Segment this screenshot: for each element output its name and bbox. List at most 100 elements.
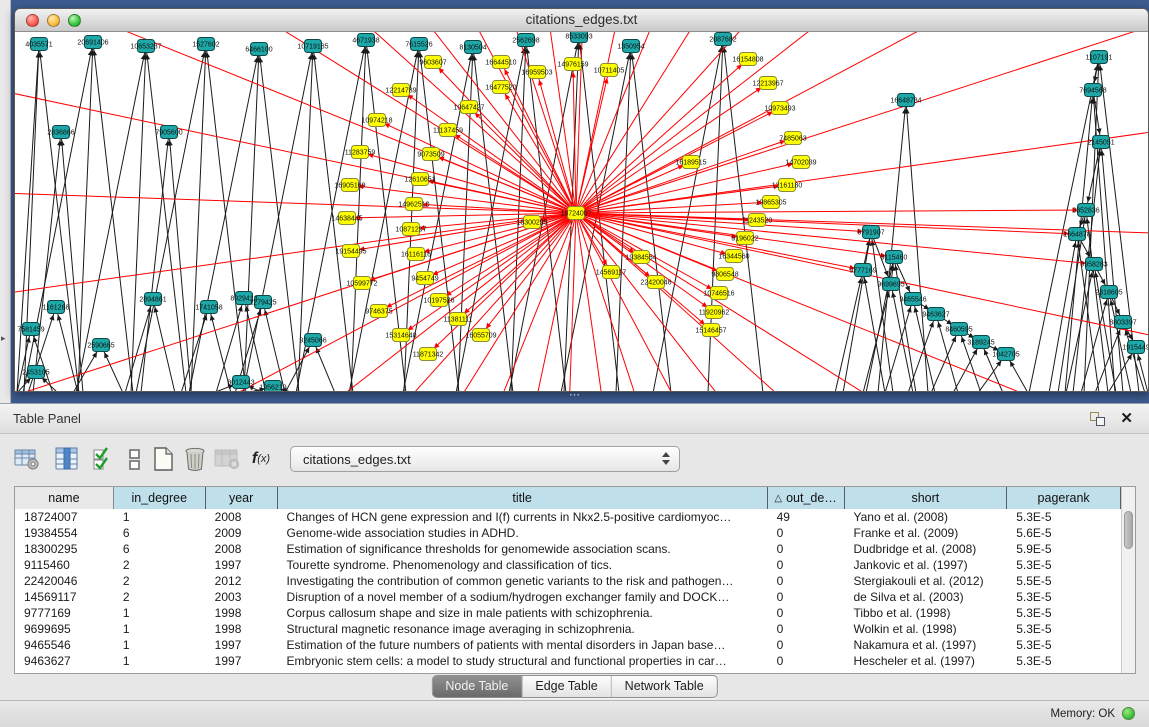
table-cell[interactable]: 2	[114, 557, 206, 573]
table-cell[interactable]: 0	[768, 541, 845, 557]
panel-collapse-arrow[interactable]: ▸	[1, 333, 6, 344]
select-all-button[interactable]	[88, 444, 118, 474]
table-cell[interactable]: 6	[114, 541, 206, 557]
table-cell[interactable]: 2008	[206, 541, 278, 557]
new-column-button[interactable]	[148, 444, 178, 474]
table-cell[interactable]: Dudbridge et al. (2008)	[845, 541, 1008, 557]
table-cell[interactable]: 0	[768, 653, 845, 669]
deselect-all-button[interactable]	[120, 444, 150, 474]
table-cell[interactable]: 5.3E-5	[1007, 653, 1121, 669]
table-cell[interactable]: 1997	[206, 637, 278, 653]
column-header-title[interactable]: title	[278, 487, 768, 509]
window-titlebar[interactable]: citations_edges.txt	[15, 9, 1148, 32]
table-row[interactable]: 946554611997Estimation of the future num…	[15, 637, 1121, 653]
table-cell[interactable]: Wolkin et al. (1998)	[845, 621, 1008, 637]
table-cell[interactable]: 1998	[206, 621, 278, 637]
table-cell[interactable]: Estimation of significance thresholds fo…	[278, 541, 768, 557]
table-cell[interactable]: 49	[768, 509, 845, 525]
table-cell[interactable]: Estimation of the future numbers of pati…	[278, 637, 768, 653]
delete-column-button[interactable]	[180, 444, 210, 474]
scrollbar-thumb[interactable]	[1124, 511, 1133, 549]
table-cell[interactable]: 5.9E-5	[1007, 541, 1121, 557]
table-cell[interactable]: 1	[114, 605, 206, 621]
table-cell[interactable]: 9463627	[15, 653, 114, 669]
table-cell[interactable]: 1997	[206, 653, 278, 669]
table-cell[interactable]: 9465546	[15, 637, 114, 653]
show-columns-button[interactable]	[52, 444, 82, 474]
table-row[interactable]: 1456911722003Disruption of a novel membe…	[15, 589, 1121, 605]
table-cell[interactable]: Yano et al. (2008)	[845, 509, 1008, 525]
table-cell[interactable]: 5.3E-5	[1007, 509, 1121, 525]
column-header-indegree[interactable]: in_degree	[114, 487, 206, 509]
table-cell[interactable]: Jankovic et al. (1997)	[845, 557, 1008, 573]
table-cell[interactable]: 0	[768, 573, 845, 589]
table-cell[interactable]: 9115460	[15, 557, 114, 573]
table-cell[interactable]: Embryonic stem cells: a model to study s…	[278, 653, 768, 669]
table-cell[interactable]: 18724007	[15, 509, 114, 525]
table-selector-dropdown[interactable]: citations_edges.txt	[290, 446, 680, 472]
table-cell[interactable]: 5.3E-5	[1007, 637, 1121, 653]
table-cell[interactable]: 0	[768, 637, 845, 653]
table-cell[interactable]: 1	[114, 509, 206, 525]
table-cell[interactable]: 1	[114, 621, 206, 637]
table-cell[interactable]: 5.6E-5	[1007, 525, 1121, 541]
table-cell[interactable]: 0	[768, 525, 845, 541]
table-cell[interactable]: Genome-wide association studies in ADHD.	[278, 525, 768, 541]
table-cell[interactable]: 2	[114, 573, 206, 589]
table-row[interactable]: 1938455462009Genome-wide association stu…	[15, 525, 1121, 541]
table-row[interactable]: 911546021997Tourette syndrome. Phenomeno…	[15, 557, 1121, 573]
table-cell[interactable]: Franke et al. (2009)	[845, 525, 1008, 541]
float-panel-icon[interactable]	[1090, 412, 1105, 426]
table-cell[interactable]: 5.3E-5	[1007, 605, 1121, 621]
table-cell[interactable]: Investigating the contribution of common…	[278, 573, 768, 589]
panel-resize-grip[interactable]: ⋯	[566, 391, 584, 401]
delete-table-button-disabled[interactable]	[212, 444, 242, 474]
table-cell[interactable]: Changes of HCN gene expression and I(f) …	[278, 509, 768, 525]
table-cell[interactable]: 0	[768, 589, 845, 605]
table-cell[interactable]: 14569117	[15, 589, 114, 605]
table-cell[interactable]: Nakamura et al. (1997)	[845, 637, 1008, 653]
column-header-outde[interactable]: △out_de…	[768, 487, 845, 509]
table-cell[interactable]: 5.3E-5	[1007, 557, 1121, 573]
table-cell[interactable]: Structural magnetic resonance image aver…	[278, 621, 768, 637]
column-header-pagerank[interactable]: pagerank	[1007, 487, 1121, 509]
network-canvas[interactable]: 1872400716477520106474271113745990735091…	[15, 32, 1149, 392]
tab-network-table[interactable]: Network Table	[611, 676, 717, 697]
tab-node-table[interactable]: Node Table	[432, 676, 521, 697]
table-cell[interactable]: 5.5E-5	[1007, 573, 1121, 589]
table-cell[interactable]: 2	[114, 589, 206, 605]
table-cell[interactable]: 22420046	[15, 573, 114, 589]
table-row[interactable]: 977716911998Corpus callosum shape and si…	[15, 605, 1121, 621]
table-cell[interactable]: 6	[114, 525, 206, 541]
column-header-short[interactable]: short	[845, 487, 1008, 509]
table-cell[interactable]: 2009	[206, 525, 278, 541]
table-cell[interactable]: 1998	[206, 605, 278, 621]
column-header-year[interactable]: year	[206, 487, 278, 509]
table-row[interactable]: 2242004622012Investigating the contribut…	[15, 573, 1121, 589]
table-cell[interactable]: 9777169	[15, 605, 114, 621]
table-cell[interactable]: 1997	[206, 557, 278, 573]
table-cell[interactable]: 0	[768, 605, 845, 621]
table-cell[interactable]: 2008	[206, 509, 278, 525]
close-panel-icon[interactable]: ✕	[1120, 409, 1133, 427]
table-cell[interactable]: 1	[114, 653, 206, 669]
column-header-name[interactable]: name	[15, 487, 114, 509]
table-cell[interactable]: 1	[114, 637, 206, 653]
table-cell[interactable]: 2003	[206, 589, 278, 605]
table-cell[interactable]: Stergiakouli et al. (2012)	[845, 573, 1008, 589]
table-cell[interactable]: 2012	[206, 573, 278, 589]
table-row[interactable]: 1872400712008Changes of HCN gene express…	[15, 509, 1121, 525]
table-cell[interactable]: de Silva et al. (2003)	[845, 589, 1008, 605]
table-cell[interactable]: 9699695	[15, 621, 114, 637]
table-cell[interactable]: 19384554	[15, 525, 114, 541]
table-row[interactable]: 969969511998Structural magnetic resonanc…	[15, 621, 1121, 637]
table-cell[interactable]: Hescheler et al. (1997)	[845, 653, 1008, 669]
table-cell[interactable]: 5.3E-5	[1007, 621, 1121, 637]
apply-function-icon[interactable]: f(x)	[246, 444, 276, 474]
table-cell[interactable]: Tourette syndrome. Phenomenology and cla…	[278, 557, 768, 573]
table-row[interactable]: 946362711997Embryonic stem cells: a mode…	[15, 653, 1121, 669]
table-cell[interactable]: Tibbo et al. (1998)	[845, 605, 1008, 621]
table-cell[interactable]: 18300295	[15, 541, 114, 557]
table-cell[interactable]: 0	[768, 621, 845, 637]
table-vertical-scrollbar[interactable]	[1121, 487, 1135, 673]
